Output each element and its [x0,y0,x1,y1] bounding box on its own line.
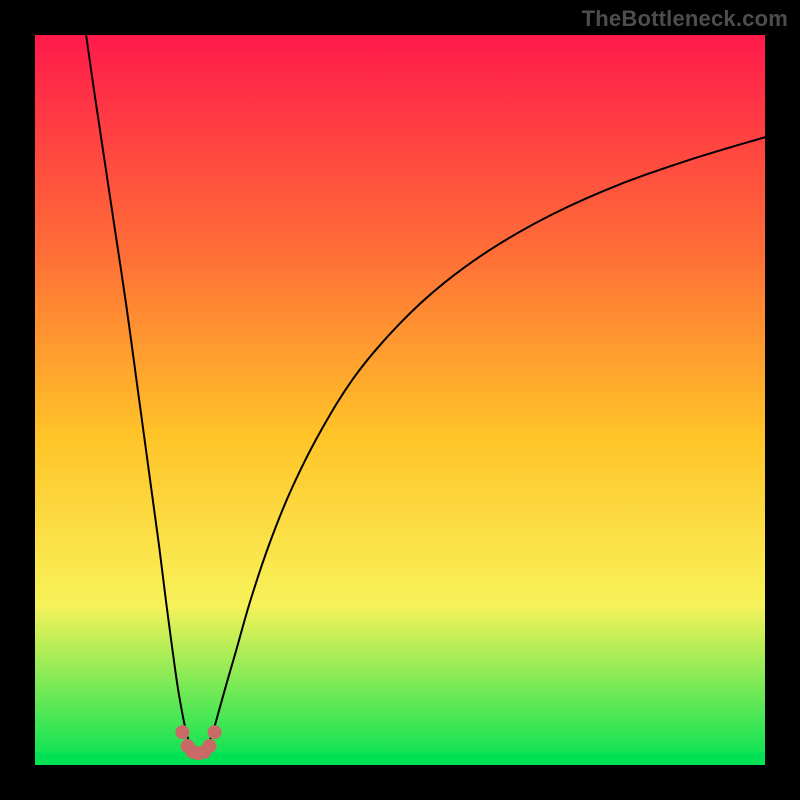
plot-area [35,35,765,765]
trough-marker [208,725,222,739]
baseline-band [35,753,765,763]
chart-frame: TheBottleneck.com [0,0,800,800]
watermark-text: TheBottleneck.com [582,6,788,32]
trough-marker [175,725,189,739]
chart-svg [35,35,765,765]
gradient-background [35,35,765,765]
trough-marker [202,739,216,753]
